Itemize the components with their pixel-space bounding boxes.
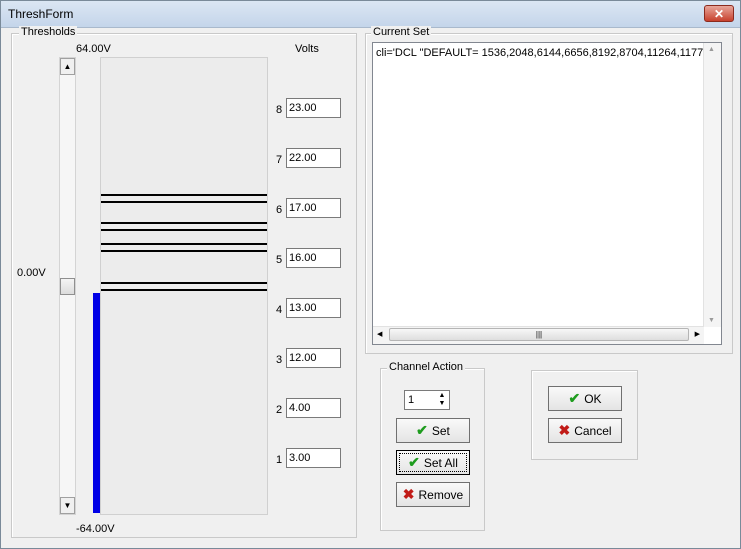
mid-voltage-label: 0.00V xyxy=(17,267,46,279)
channel-6-number: 6 xyxy=(276,204,283,216)
close-icon: ✕ xyxy=(713,7,725,21)
threshold-line-1 xyxy=(101,289,267,291)
threshold-line-4 xyxy=(101,243,267,245)
current-set-vertical-scrollbar[interactable]: ▲ ▼ xyxy=(703,43,721,327)
threshold-line-3 xyxy=(101,250,267,252)
thresholds-legend: Thresholds xyxy=(19,26,78,38)
check-icon: ✔ xyxy=(408,454,420,470)
top-voltage-label: 64.00V xyxy=(76,43,111,55)
channel-5-field[interactable]: 16.00 xyxy=(286,248,341,268)
cancel-button[interactable]: ✖ Cancel xyxy=(548,418,622,443)
remove-button[interactable]: ✖ Remove xyxy=(396,482,470,507)
scroll-down-icon[interactable]: ▼ xyxy=(708,317,715,324)
cross-icon: ✖ xyxy=(402,486,415,502)
check-icon: ✔ xyxy=(416,422,428,438)
channel-3-field[interactable]: 12.00 xyxy=(286,348,341,368)
threshold-line-6 xyxy=(101,222,267,224)
set-all-button-label: Set All xyxy=(423,455,458,470)
threshold-line-7 xyxy=(101,201,267,203)
channel-spinner[interactable]: 1 ▲ ▼ xyxy=(404,390,450,410)
cancel-button-label: Cancel xyxy=(574,423,612,438)
threshold-line-5 xyxy=(101,229,267,231)
current-set-textarea[interactable]: cli='DCL "DEFAULT= 1536,2048,6144,6656,8… xyxy=(372,42,722,345)
current-set-horizontal-scrollbar[interactable]: ◀ ||| ▶ xyxy=(373,326,704,344)
channel-7-number: 7 xyxy=(276,154,283,166)
channel-5-number: 5 xyxy=(276,254,283,266)
voltage-slider[interactable]: ▲ ▼ xyxy=(59,57,76,515)
channel-4-field[interactable]: 13.00 xyxy=(286,298,341,318)
set-all-button[interactable]: ✔ Set All xyxy=(396,450,470,475)
spinner-arrows-icon[interactable]: ▲ ▼ xyxy=(436,392,448,408)
ok-button-label: OK xyxy=(584,391,602,406)
channel-3-number: 3 xyxy=(276,354,283,366)
channel-action-legend: Channel Action xyxy=(387,361,465,373)
check-icon: ✔ xyxy=(568,390,581,406)
channel-1-field[interactable]: 3.00 xyxy=(286,448,341,468)
bottom-voltage-label: -64.00V xyxy=(76,523,115,535)
channel-7-field[interactable]: 22.00 xyxy=(286,148,341,168)
ok-button[interactable]: ✔ OK xyxy=(548,386,622,411)
channel-8-field[interactable]: 23.00 xyxy=(286,98,341,118)
current-set-text: cli='DCL "DEFAULT= 1536,2048,6144,6656,8… xyxy=(376,47,706,59)
scroll-left-icon[interactable]: ◀ xyxy=(377,330,382,338)
channel-2-field[interactable]: 4.00 xyxy=(286,398,341,418)
close-button[interactable]: ✕ xyxy=(704,5,734,22)
cross-icon: ✖ xyxy=(558,422,571,438)
channel-4-number: 4 xyxy=(276,304,283,316)
level-bar xyxy=(93,293,100,513)
set-button-label: Set xyxy=(431,423,450,438)
set-button[interactable]: ✔ Set xyxy=(396,418,470,443)
dialog-button-group xyxy=(531,370,638,460)
scroll-right-icon[interactable]: ▶ xyxy=(695,330,700,338)
channel-spinner-value: 1 xyxy=(408,394,415,406)
title-bar: ThreshForm ✕ xyxy=(1,1,740,28)
threshold-plot xyxy=(100,57,268,515)
volts-header: Volts xyxy=(295,43,319,55)
scroll-up-icon[interactable]: ▲ xyxy=(708,46,715,53)
thresh-form-window: ThreshForm ✕ Thresholds 64.00V Volts 0.0… xyxy=(0,0,741,549)
remove-button-label: Remove xyxy=(418,487,464,502)
current-set-legend: Current Set xyxy=(371,26,432,38)
channel-2-number: 2 xyxy=(276,404,283,416)
slider-up-button[interactable]: ▲ xyxy=(60,58,75,75)
channel-6-field[interactable]: 17.00 xyxy=(286,198,341,218)
slider-thumb[interactable] xyxy=(60,278,75,295)
channel-8-number: 8 xyxy=(276,104,283,116)
threshold-line-2 xyxy=(101,282,267,284)
scroll-horizontal-thumb[interactable]: ||| xyxy=(389,328,689,341)
slider-down-button[interactable]: ▼ xyxy=(60,497,75,514)
window-title: ThreshForm xyxy=(8,7,74,21)
channel-1-number: 1 xyxy=(276,454,283,466)
threshold-line-8 xyxy=(101,194,267,196)
